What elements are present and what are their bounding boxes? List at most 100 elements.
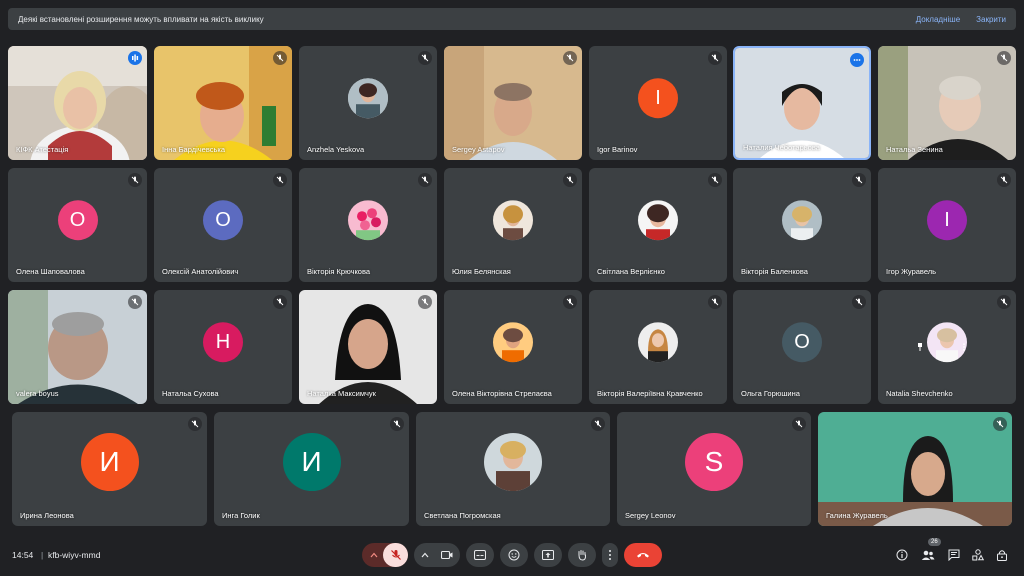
participant-tile[interactable]: Natalia Shevchenko bbox=[878, 290, 1016, 404]
participant-name: Олена Вікторівна Стрелаєва bbox=[452, 389, 552, 398]
participant-video bbox=[735, 48, 869, 158]
participant-video bbox=[154, 46, 292, 160]
mic-off-icon bbox=[128, 295, 142, 309]
participant-video bbox=[299, 290, 437, 404]
participant-name: Галина Журавель bbox=[826, 511, 888, 520]
present-button[interactable] bbox=[534, 543, 562, 567]
mic-off-icon bbox=[273, 51, 287, 65]
avatar: О bbox=[782, 322, 822, 363]
chat-button[interactable] bbox=[944, 545, 964, 565]
participant-tile[interactable]: Юлия Белянская bbox=[444, 168, 582, 282]
raise-hand-icon bbox=[578, 550, 587, 561]
participant-name: Ігор Журавель bbox=[886, 267, 937, 276]
lock-icon bbox=[997, 550, 1007, 561]
more-options-icon[interactable] bbox=[850, 53, 864, 67]
avatar bbox=[638, 322, 678, 363]
host-controls-button[interactable] bbox=[992, 545, 1012, 565]
participant-name: Олексій Анатолійович bbox=[162, 267, 239, 276]
mic-off-icon bbox=[188, 417, 202, 431]
participant-name: valera boyus bbox=[16, 389, 59, 398]
avatar: S bbox=[685, 433, 743, 492]
captions-button[interactable] bbox=[466, 543, 494, 567]
pin-icon[interactable] bbox=[916, 343, 924, 351]
more-options-icon[interactable] bbox=[960, 343, 968, 351]
participant-tile[interactable]: Натальа Зенина bbox=[878, 46, 1016, 160]
participant-tile[interactable]: О Олексій Анатолійович bbox=[154, 168, 292, 282]
raise-hand-button[interactable] bbox=[568, 543, 596, 567]
avatar bbox=[493, 322, 533, 363]
participant-tile-pinned[interactable]: Наталия Чеботарьова bbox=[733, 46, 871, 160]
camera-options-button[interactable] bbox=[414, 543, 460, 567]
details-link[interactable]: Докладніше bbox=[916, 15, 960, 24]
mic-off-icon bbox=[997, 51, 1011, 65]
participant-tile[interactable]: Інна Бардічевська bbox=[154, 46, 292, 160]
avatar bbox=[638, 200, 678, 241]
mic-off-icon bbox=[273, 173, 287, 187]
participant-tile[interactable]: Anzhela Yeskova bbox=[299, 46, 437, 160]
participant-name: Натальа Сухова bbox=[162, 389, 219, 398]
emoji-button[interactable] bbox=[500, 543, 528, 567]
participant-tile[interactable]: Світлана Верлієнко bbox=[589, 168, 727, 282]
more-options-button[interactable] bbox=[602, 543, 618, 567]
participant-tile[interactable]: S Sergey Leonov bbox=[617, 412, 811, 526]
participant-name: Ольга Горюшина bbox=[741, 389, 800, 398]
avatar bbox=[348, 200, 388, 241]
participant-name: Натальа Зенина bbox=[886, 145, 943, 154]
participant-tile[interactable]: КІФК Атестація bbox=[8, 46, 147, 160]
participant-tile[interactable]: Наталка Максимчук bbox=[299, 290, 437, 404]
leave-call-button[interactable] bbox=[624, 543, 662, 567]
participant-tile[interactable]: Вікторія Крючкова bbox=[299, 168, 437, 282]
banner-message: Деякі встановлені розширення можуть впли… bbox=[18, 14, 264, 24]
participant-tile[interactable]: И Ирина Леонова bbox=[12, 412, 207, 526]
chevron-up-icon bbox=[421, 552, 429, 558]
mic-off-icon bbox=[997, 295, 1011, 309]
participant-tile[interactable]: І Ігор Журавель bbox=[878, 168, 1016, 282]
mic-off-icon bbox=[273, 295, 287, 309]
participant-tile[interactable]: valera boyus bbox=[8, 290, 147, 404]
avatar: О bbox=[203, 200, 243, 241]
participant-tile[interactable]: Светлана Погромская bbox=[416, 412, 610, 526]
mic-off-icon bbox=[418, 173, 432, 187]
mic-off-icon bbox=[792, 417, 806, 431]
participant-tile[interactable]: Sergey Astapov bbox=[444, 46, 582, 160]
participant-name: Anzhela Yeskova bbox=[307, 145, 365, 154]
mic-off-icon bbox=[563, 51, 577, 65]
mic-off-icon bbox=[708, 173, 722, 187]
participant-name: Инга Голик bbox=[222, 511, 260, 520]
emoji-icon bbox=[508, 549, 520, 561]
participant-tile[interactable]: И Инга Голик bbox=[214, 412, 409, 526]
mic-off-icon bbox=[418, 51, 432, 65]
participant-video bbox=[878, 46, 1016, 160]
chat-icon bbox=[948, 549, 960, 561]
participant-name: Вікторія Валеріївна Кравченко bbox=[597, 389, 703, 398]
participant-tile[interactable]: О Ольга Горюшина bbox=[733, 290, 871, 404]
tile-hover-controls bbox=[916, 343, 968, 351]
participant-video bbox=[818, 412, 1012, 526]
avatar: И bbox=[80, 433, 139, 492]
people-button[interactable] bbox=[918, 545, 938, 565]
mic-off-icon bbox=[852, 295, 866, 309]
mic-off-icon bbox=[418, 295, 432, 309]
participant-tile[interactable]: О Олена Шаповалова bbox=[8, 168, 147, 282]
participant-tile[interactable]: I Igor Barinov bbox=[589, 46, 727, 160]
mic-off-icon bbox=[563, 173, 577, 187]
more-vert-icon bbox=[609, 550, 611, 560]
avatar: I bbox=[638, 78, 678, 119]
participant-tile[interactable]: Олена Вікторівна Стрелаєва bbox=[444, 290, 582, 404]
meeting-details-button[interactable] bbox=[892, 545, 912, 565]
participant-name: Вікторія Крючкова bbox=[307, 267, 371, 276]
participant-tile[interactable]: Вікторія Баленкова bbox=[733, 168, 871, 282]
hang-up-icon bbox=[637, 553, 649, 558]
participant-video bbox=[8, 290, 147, 404]
participant-count-badge: 26 bbox=[928, 538, 941, 546]
participant-name: Igor Barinov bbox=[597, 145, 638, 154]
participant-name: Світлана Верлієнко bbox=[597, 267, 665, 276]
captions-icon bbox=[474, 550, 486, 560]
participant-name: Наталия Чеботарьова bbox=[743, 143, 820, 152]
participant-tile[interactable]: Н Натальа Сухова bbox=[154, 290, 292, 404]
mute-toggle-button[interactable] bbox=[383, 543, 408, 567]
participant-tile[interactable]: Галина Журавель bbox=[818, 412, 1012, 526]
activities-button[interactable] bbox=[968, 545, 988, 565]
close-banner-button[interactable]: Закрити bbox=[976, 15, 1006, 24]
participant-tile[interactable]: Вікторія Валеріївна Кравченко bbox=[589, 290, 727, 404]
